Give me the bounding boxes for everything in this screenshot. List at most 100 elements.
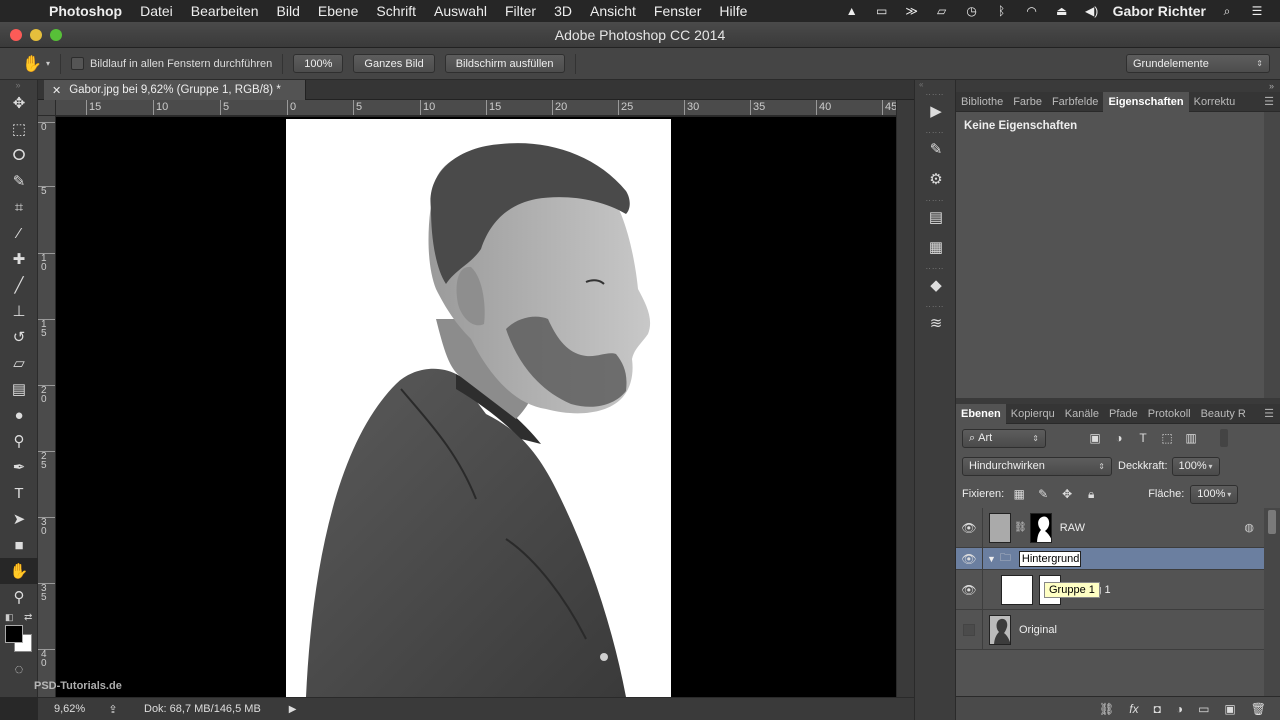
lasso-tool-icon[interactable]: ⵔ xyxy=(0,142,38,168)
layer-original[interactable]: Original xyxy=(956,610,1264,650)
close-tab-icon[interactable]: ✕ xyxy=(52,84,61,97)
layer-fill[interactable]: 👁︎ füllung 1 xyxy=(956,570,1264,610)
lock-transparent-pixels-icon[interactable]: ▦ xyxy=(1010,487,1028,501)
visibility-eye-icon[interactable]: 👁︎ xyxy=(956,521,982,535)
opacity-field[interactable]: 100% ▾ xyxy=(1171,456,1220,476)
blur-tool-icon[interactable]: ● xyxy=(0,402,38,428)
smart-object-filter-icon[interactable]: ▥ xyxy=(1182,431,1200,445)
panel-collapse-icon[interactable]: » xyxy=(1269,81,1280,91)
spotlight-icon[interactable]: ⌕ xyxy=(1218,4,1236,18)
marquee-tool-icon[interactable]: ⬚ xyxy=(0,116,38,142)
tab-kanaele[interactable]: Kanäle xyxy=(1060,404,1104,424)
rectangle-tool-icon[interactable]: ■ xyxy=(0,532,38,558)
pixel-layer-filter-icon[interactable]: ▣ xyxy=(1086,431,1104,445)
window-minimize-button[interactable] xyxy=(30,29,42,41)
eject-icon[interactable]: ⏏ xyxy=(1053,4,1071,18)
panel-menu-icon[interactable]: ☰ xyxy=(1264,407,1280,420)
dock-collapse-icon[interactable]: « xyxy=(915,80,955,89)
tool-preset-dropdown-icon[interactable]: ▾ xyxy=(46,59,50,68)
adjustment-layer-icon[interactable]: ◑ xyxy=(1176,702,1183,716)
panel-collapse-icon[interactable]: » xyxy=(0,80,37,90)
chain-link-icon[interactable]: ⛓ xyxy=(1014,522,1027,533)
trash-icon[interactable]: 🗑︎ xyxy=(1251,702,1266,716)
visibility-toggle-off[interactable] xyxy=(963,623,975,636)
eraser-tool-icon[interactable]: ▱ xyxy=(0,350,38,376)
workspace-select[interactable]: Grundelemente ⇕ xyxy=(1126,54,1270,73)
character-icon[interactable]: ▤ xyxy=(915,202,957,232)
document-tab[interactable]: ✕ Gabor.jpg bei 9,62% (Gruppe 1, RGB/8) … xyxy=(44,80,306,100)
fill-field[interactable]: 100% ▾ xyxy=(1190,484,1239,504)
history-brush-tool-icon[interactable]: ↺ xyxy=(0,324,38,350)
tab-bibliotheken[interactable]: Bibliothe xyxy=(956,92,1008,112)
tab-kopierquelle[interactable]: Kopierqu xyxy=(1006,404,1060,424)
tab-farbe[interactable]: Farbe xyxy=(1008,92,1047,112)
foreground-color-swatch[interactable] xyxy=(5,625,23,643)
layers-scrollbar[interactable] xyxy=(1264,508,1280,696)
menu-3d[interactable]: 3D xyxy=(545,3,581,19)
document-image[interactable] xyxy=(286,119,671,697)
quick-mask-icon[interactable]: ◌ xyxy=(0,656,38,682)
menu-auswahl[interactable]: Auswahl xyxy=(425,3,496,19)
scroll-all-checkbox[interactable] xyxy=(71,57,85,70)
new-group-icon[interactable]: ▭ xyxy=(1198,702,1209,716)
menu-bild[interactable]: Bild xyxy=(268,3,309,19)
arrows-icon[interactable]: ≫ xyxy=(903,4,921,18)
window-zoom-button[interactable] xyxy=(50,29,62,41)
airplay-icon[interactable]: ▱ xyxy=(933,4,951,18)
visibility-eye-icon[interactable]: 👁︎ xyxy=(956,552,982,566)
link-layers-icon[interactable]: ⛓ xyxy=(1099,702,1114,716)
tab-farbfelder[interactable]: Farbfelde xyxy=(1047,92,1103,112)
panel-menu-icon[interactable]: ☰ xyxy=(1264,95,1280,108)
menu-datei[interactable]: Datei xyxy=(131,3,182,19)
eyedropper-tool-icon[interactable]: ⁄ xyxy=(0,220,38,246)
user-name[interactable]: Gabor Richter xyxy=(1113,3,1206,19)
adjustment-layer-filter-icon[interactable]: ◑ xyxy=(1110,431,1128,445)
brush-presets-icon[interactable]: ✎ xyxy=(915,134,957,164)
brush-tool-icon[interactable]: ╱ xyxy=(0,272,38,298)
gradient-tool-icon[interactable]: ▤ xyxy=(0,376,38,402)
default-colors-icon[interactable]: ◧ xyxy=(5,612,14,623)
visibility-eye-icon[interactable]: 👁︎ xyxy=(956,583,982,597)
status-menu-arrow-icon[interactable]: ▶ xyxy=(289,704,297,715)
layer-mask-thumbnail[interactable] xyxy=(1029,512,1052,543)
layer-thumbnail[interactable] xyxy=(989,512,1011,543)
window-close-button[interactable] xyxy=(10,29,22,41)
tool-presets-icon[interactable]: ⚙ xyxy=(915,164,957,194)
clone-stamp-tool-icon[interactable]: ⊥ xyxy=(0,298,38,324)
menu-schrift[interactable]: Schrift xyxy=(367,3,425,19)
menu-bearbeiten[interactable]: Bearbeiten xyxy=(182,3,268,19)
tab-beauty-retusche[interactable]: Beauty R xyxy=(1196,404,1251,424)
hand-tool-preset-icon[interactable]: ✋ xyxy=(18,54,46,74)
layer-comps-icon[interactable]: ≋ xyxy=(915,308,957,338)
menu-fenster[interactable]: Fenster xyxy=(645,3,710,19)
wifi-icon[interactable]: ◠ xyxy=(1023,4,1041,18)
path-selection-tool-icon[interactable]: ➤ xyxy=(0,506,38,532)
layer-thumbnail[interactable] xyxy=(989,614,1011,645)
layer-name[interactable]: Original xyxy=(1019,624,1057,636)
notification-center-icon[interactable]: ☰ xyxy=(1248,4,1266,18)
shape-layer-filter-icon[interactable]: ⬚ xyxy=(1158,431,1176,445)
quick-selection-tool-icon[interactable]: ✎ xyxy=(0,168,38,194)
properties-scrollbar[interactable] xyxy=(1264,112,1280,404)
canvas-vertical-scrollbar[interactable] xyxy=(896,100,914,697)
type-layer-filter-icon[interactable]: T xyxy=(1134,431,1152,445)
layer-name[interactable]: RAW xyxy=(1060,522,1085,534)
scrollbar-thumb[interactable] xyxy=(1268,510,1276,534)
lock-image-pixels-icon[interactable]: ✎ xyxy=(1034,487,1052,501)
type-tool-icon[interactable]: T xyxy=(0,480,38,506)
crop-tool-icon[interactable]: ⌗ xyxy=(0,194,38,220)
menu-filter[interactable]: Filter xyxy=(496,3,545,19)
move-tool-icon[interactable]: ✥ xyxy=(0,90,38,116)
zoom-100-button[interactable]: 100% xyxy=(293,54,344,73)
tab-ebenen[interactable]: Ebenen xyxy=(956,403,1006,424)
pen-tool-icon[interactable]: ✒ xyxy=(0,454,38,480)
fill-screen-button[interactable]: Bildschirm ausfüllen xyxy=(444,54,565,73)
tab-eigenschaften[interactable]: Eigenschaften xyxy=(1103,91,1189,112)
3d-icon[interactable]: ◆ xyxy=(915,270,957,300)
bluetooth-icon[interactable]: ᛒ xyxy=(993,4,1011,18)
zoom-level[interactable]: 9,62% xyxy=(38,703,102,715)
new-layer-icon[interactable]: ▣ xyxy=(1224,702,1235,716)
hand-tool-icon[interactable]: ✋ xyxy=(0,558,38,584)
display-icon[interactable]: ▭ xyxy=(873,4,891,18)
time-machine-icon[interactable]: ◷ xyxy=(963,4,981,18)
